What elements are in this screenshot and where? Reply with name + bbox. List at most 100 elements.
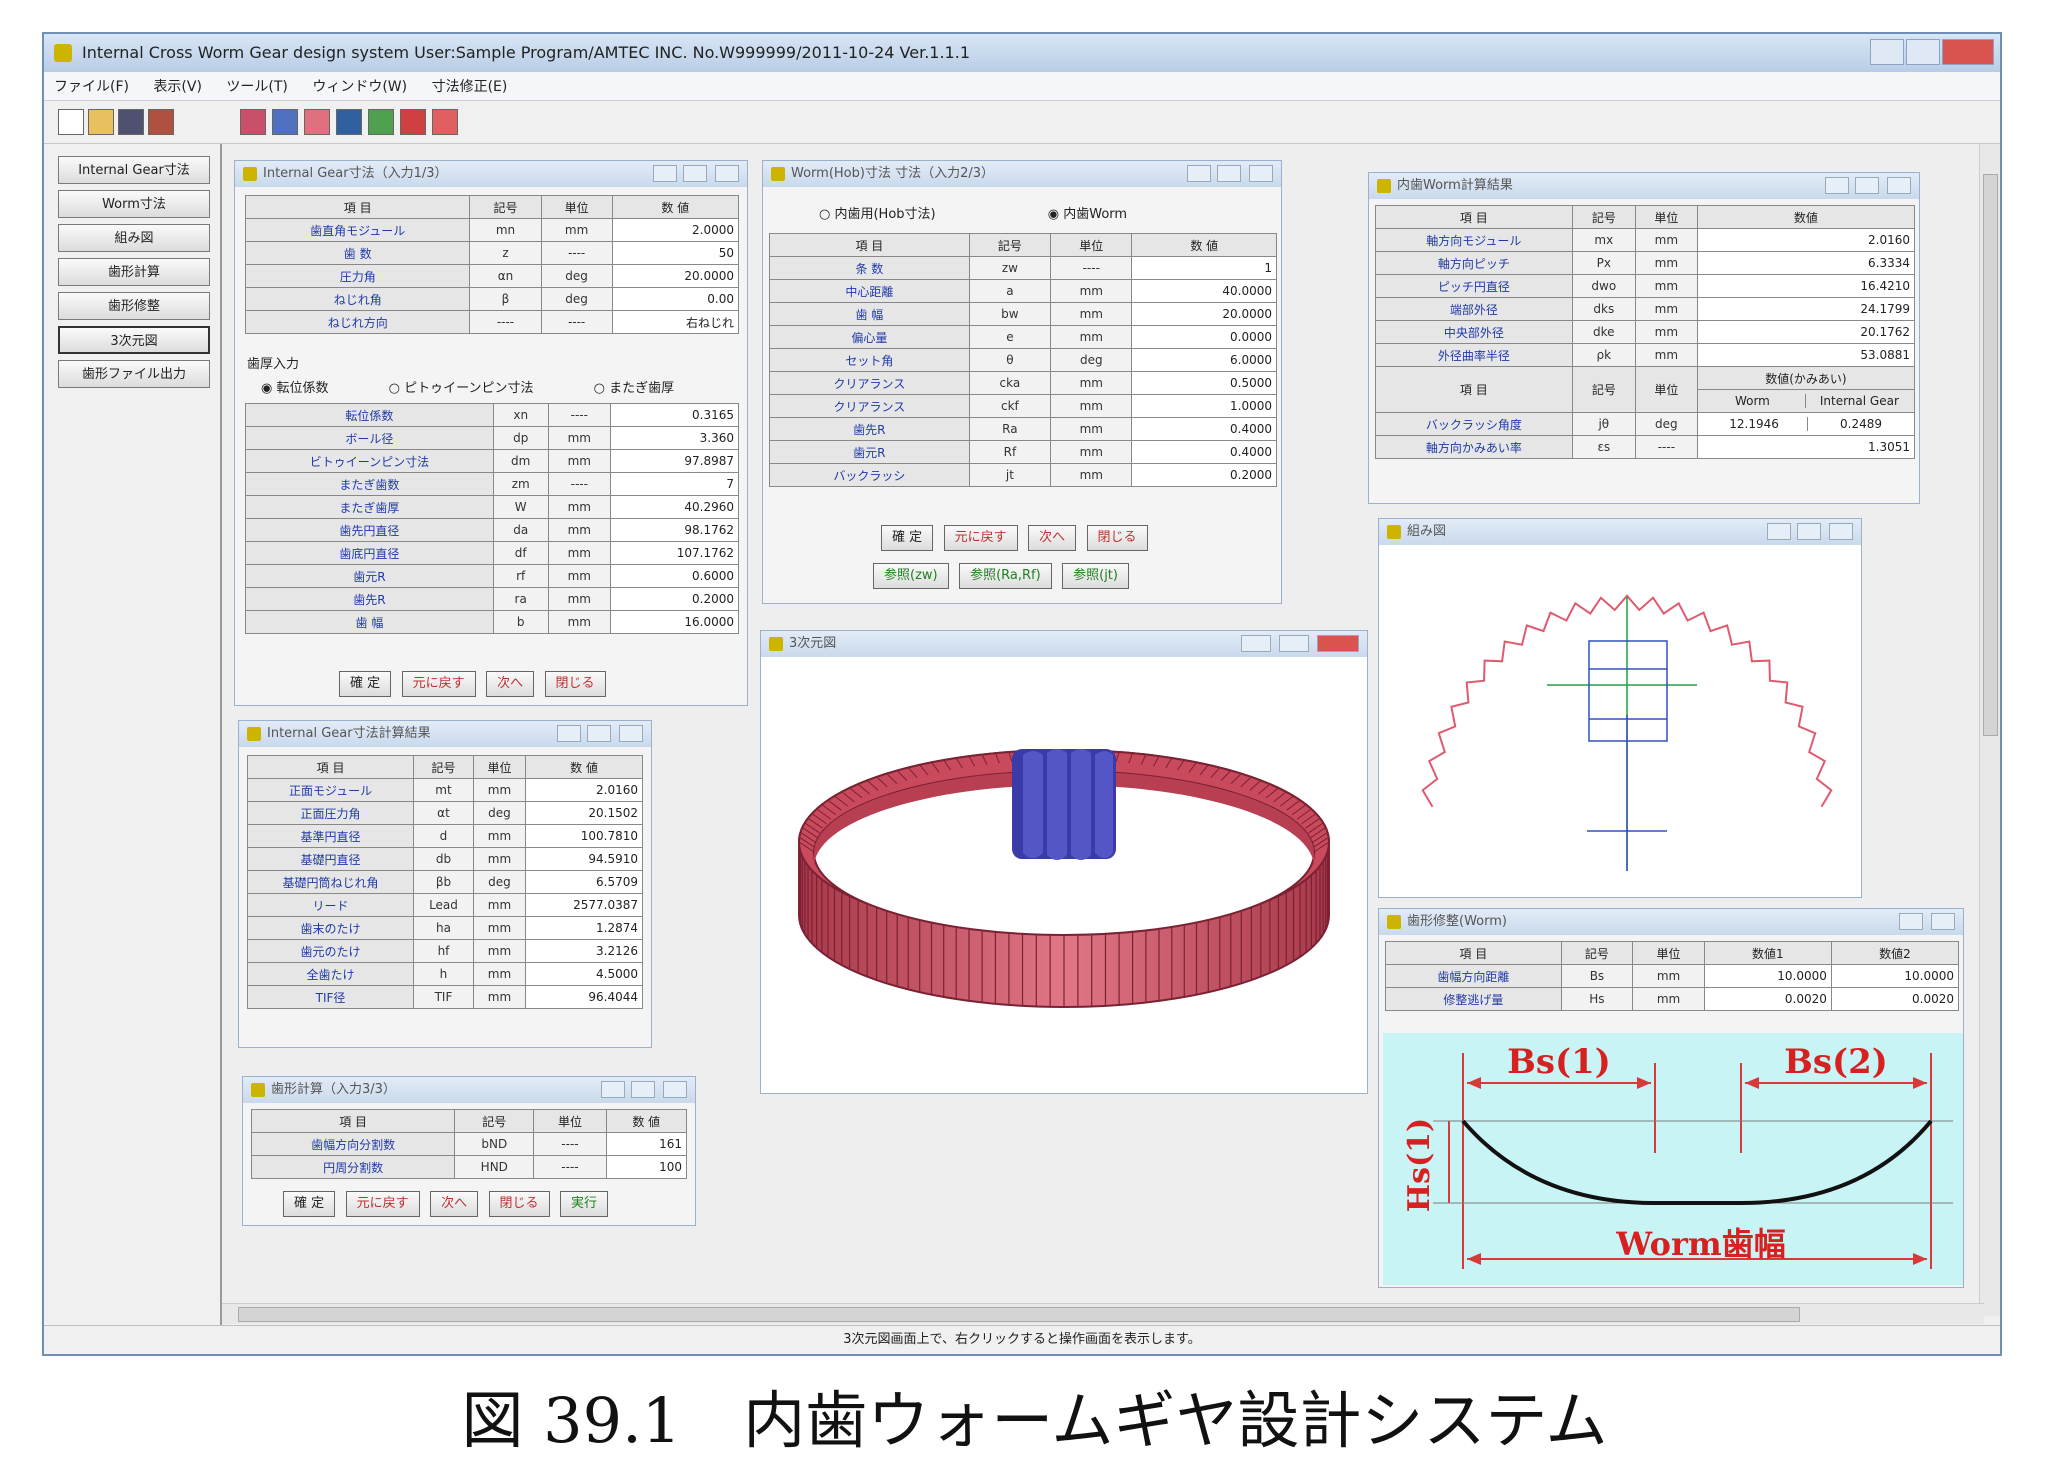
undo-button[interactable]: 元に戻す	[943, 525, 1018, 551]
minimize-button[interactable]	[601, 1081, 625, 1098]
row-value[interactable]: 1	[1131, 256, 1277, 280]
row-value[interactable]: 50	[611, 241, 740, 265]
close-button[interactable]	[1887, 177, 1911, 194]
maximize-button[interactable]	[1217, 165, 1241, 182]
gear-dimension-icon[interactable]	[240, 109, 266, 135]
minimize-button[interactable]	[1899, 913, 1923, 930]
reference-ra-rf-button[interactable]: 参照(Ra,Rf)	[959, 563, 1052, 589]
row-value[interactable]: 0.2000	[610, 587, 739, 611]
radio-span-thickness[interactable]: ○ またぎ歯厚	[594, 381, 703, 396]
minimize-button[interactable]	[1870, 39, 1904, 65]
confirm-button[interactable]: 確 定	[339, 671, 392, 697]
row-value[interactable]: 40.0000	[1131, 279, 1277, 303]
close-button[interactable]	[619, 725, 643, 742]
close-window-button[interactable]: 閉じる	[488, 1191, 550, 1217]
row-value[interactable]: 右ねじれ	[611, 310, 740, 334]
nav-tooth-calc[interactable]: 歯形計算	[58, 258, 210, 286]
assembly-drawing[interactable]	[1379, 545, 1861, 897]
vertical-scrollbar[interactable]	[1979, 144, 2000, 1316]
open-folder-icon[interactable]	[88, 109, 114, 135]
row-value[interactable]: 0.4000	[1131, 440, 1277, 464]
row-value[interactable]: 0.3165	[610, 403, 739, 427]
row-value[interactable]: 16.0000	[610, 610, 739, 634]
save-icon[interactable]	[118, 109, 144, 135]
row-value[interactable]: 97.8987	[610, 449, 739, 473]
row-value[interactable]: 20.0000	[1131, 302, 1277, 326]
view3d-icon[interactable]	[400, 109, 426, 135]
execute-button[interactable]: 実行	[560, 1191, 609, 1217]
horizontal-scrollbar[interactable]	[222, 1303, 1984, 1324]
nav-assembly[interactable]: 組み図	[58, 224, 210, 252]
radio-between-pin[interactable]: ○ ピトゥイーンピン寸法	[389, 381, 562, 396]
minimize-button[interactable]	[653, 165, 677, 182]
maximize-button[interactable]	[631, 1081, 655, 1098]
row-value[interactable]: 107.1762	[610, 541, 739, 565]
row-value[interactable]: 7	[610, 472, 739, 496]
row-value[interactable]: 0.4000	[1131, 417, 1277, 441]
maximize-button[interactable]	[1906, 39, 1940, 65]
menu-window[interactable]: ウィンドウ(W)	[302, 72, 417, 100]
nav-worm-dimensions[interactable]: Worm寸法	[58, 190, 210, 218]
close-window-button[interactable]: 閉じる	[544, 671, 606, 697]
new-file-icon[interactable]	[58, 109, 84, 135]
close-button[interactable]	[1317, 635, 1359, 652]
minimize-button[interactable]	[1767, 523, 1791, 540]
row-value[interactable]: 3.360	[610, 426, 739, 450]
maximize-button[interactable]	[683, 165, 707, 182]
maximize-button[interactable]	[1855, 177, 1879, 194]
menu-view[interactable]: 表示(V)	[143, 72, 212, 100]
confirm-button[interactable]: 確 定	[881, 525, 934, 551]
assembly-icon[interactable]	[304, 109, 330, 135]
row-value[interactable]: 98.1762	[610, 518, 739, 542]
row-value[interactable]: 0.6000	[610, 564, 739, 588]
minimize-button[interactable]	[1825, 177, 1849, 194]
worm-dimension-icon[interactable]	[272, 109, 298, 135]
reference-zw-button[interactable]: 参照(zw)	[873, 563, 949, 589]
undo-button[interactable]: 元に戻す	[345, 1191, 420, 1217]
maximize-button[interactable]	[1279, 635, 1309, 652]
next-button[interactable]: 次へ	[1028, 525, 1077, 551]
row-value[interactable]: 0.00	[611, 287, 740, 311]
menu-file[interactable]: ファイル(F)	[44, 72, 139, 100]
row-value[interactable]: 6.0000	[1131, 348, 1277, 372]
close-button[interactable]	[715, 165, 739, 182]
gear-3d-model[interactable]	[761, 657, 1367, 1093]
minimize-button[interactable]	[1187, 165, 1211, 182]
row-value[interactable]: 0.0000	[1131, 325, 1277, 349]
output-icon[interactable]	[432, 109, 458, 135]
row-value[interactable]: 100	[605, 1155, 688, 1179]
tooth-mod-icon[interactable]	[368, 109, 394, 135]
row-value[interactable]: 0.5000	[1131, 371, 1277, 395]
confirm-button[interactable]: 確 定	[283, 1191, 336, 1217]
close-button[interactable]	[1249, 165, 1273, 182]
row-value[interactable]: 161	[605, 1132, 688, 1156]
minimize-button[interactable]	[1241, 635, 1271, 652]
row-value[interactable]: 20.0000	[611, 264, 740, 288]
row-value[interactable]: 0.2000	[1131, 463, 1277, 487]
reference-jt-button[interactable]: 参照(jt)	[1062, 563, 1129, 589]
print-icon[interactable]	[148, 109, 174, 135]
close-button[interactable]	[663, 1081, 687, 1098]
nav-file-output[interactable]: 歯形ファイル出力	[58, 360, 210, 388]
row-value[interactable]: 1.0000	[1131, 394, 1277, 418]
close-button[interactable]	[1942, 39, 1994, 65]
nav-3d-view[interactable]: 3次元図	[58, 326, 210, 354]
next-button[interactable]: 次へ	[486, 671, 535, 697]
close-button[interactable]	[1829, 523, 1853, 540]
radio-hob-dimension[interactable]: ○ 内歯用(Hob寸法)	[819, 207, 964, 222]
undo-button[interactable]: 元に戻す	[401, 671, 476, 697]
radio-shift-coefficient[interactable]: ◉ 転位係数	[261, 381, 357, 396]
minimize-button[interactable]	[557, 725, 581, 742]
radio-internal-worm[interactable]: ◉ 内歯Worm	[1048, 207, 1155, 222]
next-button[interactable]: 次へ	[430, 1191, 479, 1217]
nav-tooth-mod[interactable]: 歯形修整	[58, 292, 210, 320]
close-button[interactable]	[1931, 913, 1955, 930]
tooth-calc-icon[interactable]	[336, 109, 362, 135]
nav-gear-dimensions[interactable]: Internal Gear寸法	[58, 156, 210, 184]
menu-dimension-fix[interactable]: 寸法修正(E)	[422, 72, 518, 100]
maximize-button[interactable]	[1797, 523, 1821, 540]
close-window-button[interactable]: 閉じる	[1086, 525, 1148, 551]
row-value[interactable]: 2.0000	[611, 218, 740, 242]
maximize-button[interactable]	[587, 725, 611, 742]
row-value[interactable]: 40.2960	[610, 495, 739, 519]
